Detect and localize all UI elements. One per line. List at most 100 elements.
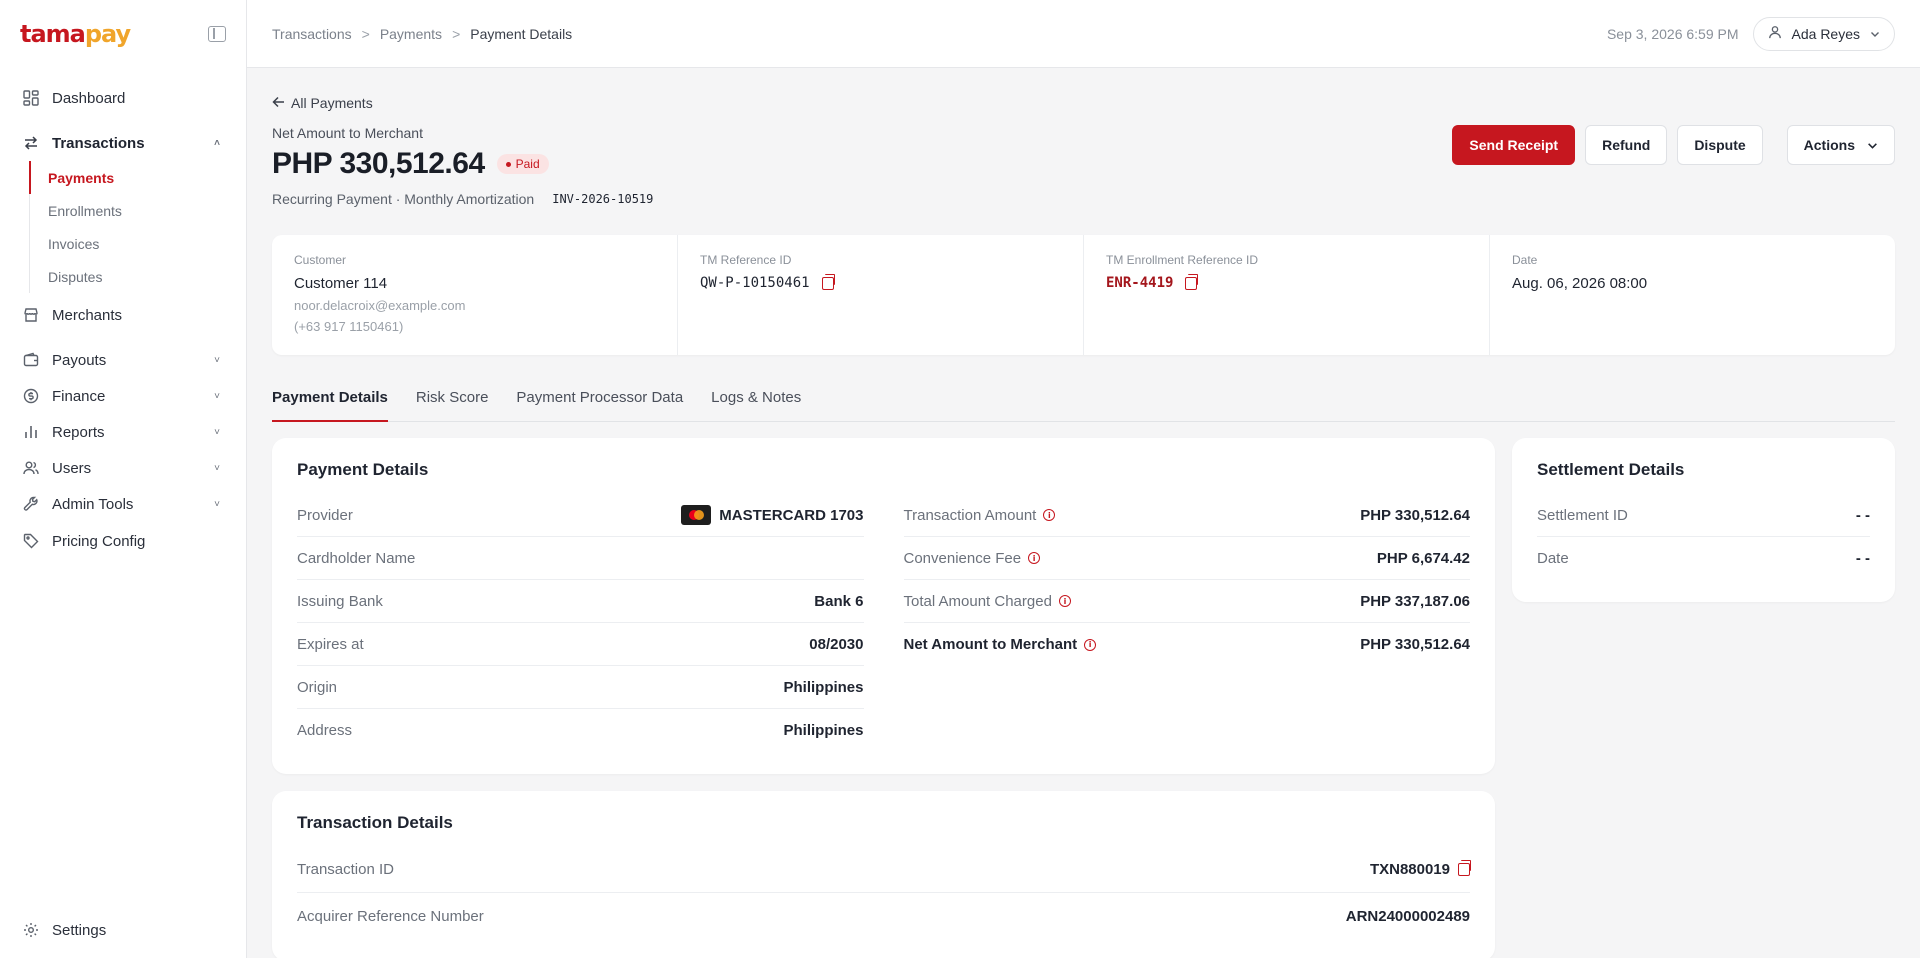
sidebar-subitem-payments[interactable]: Payments	[29, 161, 246, 194]
info-icon[interactable]: i	[1043, 509, 1056, 521]
detail-row-provider: Provider MASTERCARD 1703	[297, 494, 864, 537]
settlement-details-title: Settlement Details	[1537, 460, 1685, 479]
detail-row-issuing-bank: Issuing Bank Bank 6	[297, 580, 864, 623]
date-info: Date Aug. 06, 2026 08:00	[1490, 235, 1895, 355]
settlement-row-id: Settlement ID - -	[1537, 494, 1870, 537]
provider-value: MASTERCARD 1703	[719, 506, 864, 524]
breadcrumb-transactions[interactable]: Transactions	[272, 26, 352, 42]
copy-icon[interactable]	[1185, 273, 1199, 290]
detail-key: Expires at	[297, 635, 364, 653]
logo-text-2: pay	[84, 20, 131, 48]
detail-key: Transaction Amount i	[904, 507, 1056, 524]
details-grid: Payment Details Provider MASTERCARD 1703	[272, 438, 1895, 774]
tab-payment-details[interactable]: Payment Details	[272, 385, 388, 422]
tx-row-id: Transaction ID TXN880019	[297, 847, 1471, 893]
chevron-down-icon	[1868, 142, 1877, 149]
detail-row-address: Address Philippines	[297, 709, 864, 752]
info-icon[interactable]: i	[1058, 595, 1071, 607]
chevron-down-icon: ˅	[214, 354, 220, 366]
mastercard-icon	[681, 505, 712, 525]
date-value: Aug. 06, 2026 08:00	[1512, 275, 1648, 292]
tx-row-arn: Acquirer Reference Number ARN24000002489	[297, 893, 1470, 939]
chevron-down-icon: ˅	[214, 498, 220, 510]
chevron-down-icon: ˅	[214, 462, 220, 474]
back-link[interactable]: All Payments	[272, 95, 373, 111]
send-receipt-button[interactable]: Send Receipt	[1452, 125, 1576, 165]
detail-key: Cardholder Name	[297, 549, 416, 567]
tab-payment-processor-data[interactable]: Payment Processor Data	[516, 385, 683, 422]
reference-info: TM Reference ID QW-P-10150461	[678, 235, 1084, 355]
sidebar-item-finance[interactable]: Finance ˅	[0, 378, 246, 414]
breadcrumb-payments[interactable]: Payments	[380, 26, 442, 42]
detail-value: - -	[1855, 506, 1870, 524]
sidebar-item-transactions[interactable]: Transactions ˄	[0, 125, 246, 161]
reference-id: QW-P-10150461	[700, 275, 810, 291]
sidebar-item-label: Payouts	[52, 351, 107, 369]
wallet-icon	[22, 351, 40, 369]
detail-value: TXN880019	[1370, 860, 1471, 878]
breadcrumb: Transactions > Payments > Payment Detail…	[272, 26, 572, 42]
chevron-down-icon: ˅	[214, 426, 220, 438]
detail-key: Date	[1537, 550, 1569, 567]
detail-value: PHP 6,674.42	[1376, 549, 1470, 567]
copy-icon[interactable]	[821, 273, 835, 290]
actions-dropdown[interactable]: Actions	[1786, 125, 1895, 165]
gear-icon	[22, 921, 40, 939]
refund-button[interactable]: Refund	[1585, 125, 1668, 165]
tab-risk-score[interactable]: Risk Score	[416, 385, 489, 422]
customer-label: Customer	[294, 253, 347, 267]
enrollment-label: TM Enrollment Reference ID	[1106, 253, 1259, 267]
topbar: Transactions > Payments > Payment Detail…	[247, 0, 1920, 68]
customer-info: Customer Customer 114 noor.delacroix@exa…	[272, 235, 678, 355]
detail-value: MASTERCARD 1703	[681, 505, 864, 525]
sidebar-subitem-disputes[interactable]: Disputes	[29, 260, 246, 293]
info-icon[interactable]: i	[1084, 638, 1097, 651]
brand-logo[interactable]: tama pay	[20, 20, 131, 48]
detail-row-convenience-fee: Convenience Fee i PHP 6,674.42	[903, 537, 1470, 580]
store-icon	[22, 306, 40, 324]
detail-row-transaction-amount: Transaction Amount i PHP 330,512.64	[903, 494, 1470, 537]
transaction-details-card: Transaction Details Transaction ID TXN88…	[272, 791, 1495, 958]
reference-value-row: QW-P-10150461	[700, 273, 1061, 291]
users-icon	[22, 459, 40, 477]
detail-value: 08/2030	[809, 635, 864, 653]
sidebar-item-merchants[interactable]: Merchants	[0, 297, 246, 333]
transfer-arrows-icon	[22, 134, 40, 152]
chevron-right-icon: >	[452, 25, 461, 42]
payment-type: Recurring Payment · Monthly Amortization	[272, 191, 535, 207]
status-dot-icon	[505, 161, 511, 167]
dashboard-icon	[22, 89, 40, 107]
net-amount-value: PHP 330,512.64	[272, 147, 485, 180]
detail-key: Provider	[297, 506, 353, 524]
sidebar-subitem-enrollments[interactable]: Enrollments	[29, 194, 246, 227]
logo-text-1: tama	[20, 20, 86, 48]
transactions-submenu: Payments Enrollments Invoices Disputes	[0, 161, 246, 293]
sidebar-subitem-invoices[interactable]: Invoices	[29, 227, 246, 260]
copy-icon[interactable]	[1458, 860, 1471, 876]
sidebar-item-dashboard[interactable]: Dashboard	[0, 80, 246, 116]
sidebar-collapse-icon[interactable]	[208, 26, 226, 42]
sidebar-item-reports[interactable]: Reports ˅	[0, 414, 246, 450]
detail-key: Convenience Fee i	[904, 550, 1041, 567]
sidebar-item-label: Dashboard	[52, 89, 126, 107]
detail-row-expires: Expires at 08/2030	[297, 623, 864, 666]
sidebar-item-users[interactable]: Users ˅	[0, 450, 246, 486]
back-link-label: All Payments	[291, 95, 373, 111]
sidebar-item-settings[interactable]: Settings	[0, 912, 128, 948]
sidebar-item-admin-tools[interactable]: Admin Tools ˅	[0, 486, 246, 522]
detail-value: ARN24000002489	[1345, 907, 1470, 925]
user-menu-button[interactable]: Ada Reyes	[1752, 16, 1895, 51]
payment-details-card: Payment Details Provider MASTERCARD 1703	[272, 438, 1495, 774]
detail-value: Philippines	[783, 678, 864, 696]
enrollment-value-row: ENR-4419	[1106, 273, 1467, 291]
detail-key-label: Net Amount to Merchant	[903, 636, 1078, 653]
sidebar-item-payouts[interactable]: Payouts ˅	[0, 342, 246, 378]
tab-logs-notes[interactable]: Logs & Notes	[711, 385, 801, 422]
dispute-button[interactable]: Dispute	[1677, 125, 1763, 165]
sidebar-item-pricing-config[interactable]: Pricing Config	[0, 523, 246, 559]
detail-value: Bank 6	[814, 592, 864, 610]
enrollment-link[interactable]: ENR-4419	[1106, 275, 1173, 291]
detail-row-origin: Origin Philippines	[297, 666, 864, 709]
info-icon[interactable]: i	[1028, 552, 1041, 564]
wrench-icon	[22, 495, 40, 513]
